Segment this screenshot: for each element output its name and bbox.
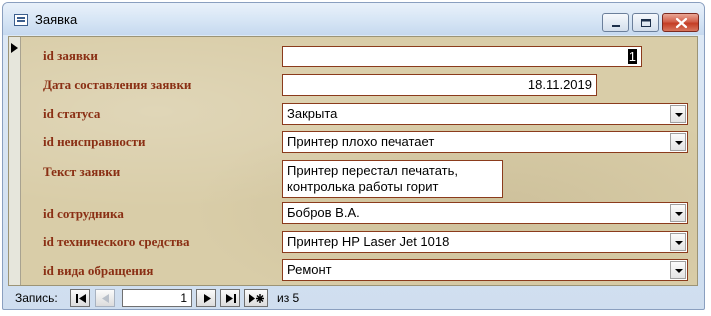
- current-record-arrow-icon: [11, 43, 18, 53]
- status-combo[interactable]: Закрыта: [282, 103, 688, 125]
- status-dropdown-icon[interactable]: [670, 105, 686, 123]
- request-id-value: 1: [627, 49, 637, 64]
- request-text-field[interactable]: Принтер перестал печатать, контролька ра…: [282, 160, 503, 198]
- device-dropdown-icon[interactable]: [670, 233, 686, 251]
- form-detail: id заявки 1 Дата составления заявки 18.1…: [21, 37, 697, 285]
- previous-record-button[interactable]: [95, 289, 115, 307]
- request-type-dropdown-icon[interactable]: [670, 261, 686, 279]
- record-count: из 5: [277, 291, 300, 305]
- current-record-input[interactable]: 1: [122, 289, 192, 307]
- record-label: Запись:: [15, 291, 58, 305]
- form-window: Заявка id заявки 1 Дата составления заяв…: [2, 2, 705, 310]
- label-fault-id: id неисправности: [43, 134, 146, 149]
- device-value: Принтер HP Laser Jet 1018: [287, 234, 450, 249]
- employee-value: Бобров В.А.: [287, 205, 360, 220]
- record-navigation-bar: Запись: 1 из 5: [3, 287, 704, 309]
- record-selector[interactable]: [9, 37, 21, 285]
- minimize-button[interactable]: [602, 13, 629, 32]
- form-icon: [14, 14, 28, 26]
- request-type-combo[interactable]: Ремонт: [282, 259, 688, 281]
- label-request-type-id: id вида обращения: [43, 263, 154, 278]
- next-record-button[interactable]: [196, 289, 216, 307]
- last-record-button[interactable]: [220, 289, 240, 307]
- previous-record-icon: [102, 294, 109, 303]
- employee-combo[interactable]: Бобров В.А.: [282, 202, 688, 224]
- first-record-icon: [76, 294, 86, 303]
- fault-combo[interactable]: Принтер плохо печатает: [282, 131, 688, 153]
- new-record-button[interactable]: [244, 289, 268, 307]
- request-text-value: Принтер перестал печатать, контролька ра…: [287, 163, 459, 194]
- new-record-icon: [249, 294, 264, 303]
- label-request-date: Дата составления заявки: [43, 77, 192, 92]
- fault-value: Принтер плохо печатает: [287, 134, 435, 149]
- request-type-value: Ремонт: [287, 262, 332, 277]
- label-request-text: Текст заявки: [43, 164, 121, 179]
- title-bar[interactable]: Заявка: [3, 3, 704, 35]
- employee-dropdown-icon[interactable]: [670, 204, 686, 222]
- close-button[interactable]: [662, 13, 699, 32]
- next-record-icon: [204, 294, 211, 303]
- label-device-id: id технического средства: [43, 234, 190, 249]
- first-record-button[interactable]: [70, 289, 90, 307]
- label-request-id: id заявки: [43, 48, 98, 63]
- device-combo[interactable]: Принтер HP Laser Jet 1018: [282, 231, 688, 253]
- form-body: id заявки 1 Дата составления заявки 18.1…: [8, 36, 698, 286]
- maximize-button[interactable]: [632, 13, 659, 32]
- request-id-field[interactable]: 1: [282, 46, 642, 67]
- fault-dropdown-icon[interactable]: [670, 133, 686, 151]
- last-record-icon: [226, 294, 236, 303]
- label-status-id: id статуса: [43, 106, 101, 121]
- close-icon: [675, 17, 688, 29]
- label-employee-id: id сотрудника: [43, 206, 124, 221]
- status-value: Закрыта: [287, 106, 338, 121]
- minimize-icon: [612, 25, 620, 27]
- maximize-icon: [641, 19, 651, 27]
- window-title: Заявка: [35, 12, 78, 27]
- current-record-value: 1: [180, 291, 187, 305]
- request-date-field[interactable]: 18.11.2019: [282, 74, 597, 96]
- request-date-value: 18.11.2019: [527, 77, 592, 92]
